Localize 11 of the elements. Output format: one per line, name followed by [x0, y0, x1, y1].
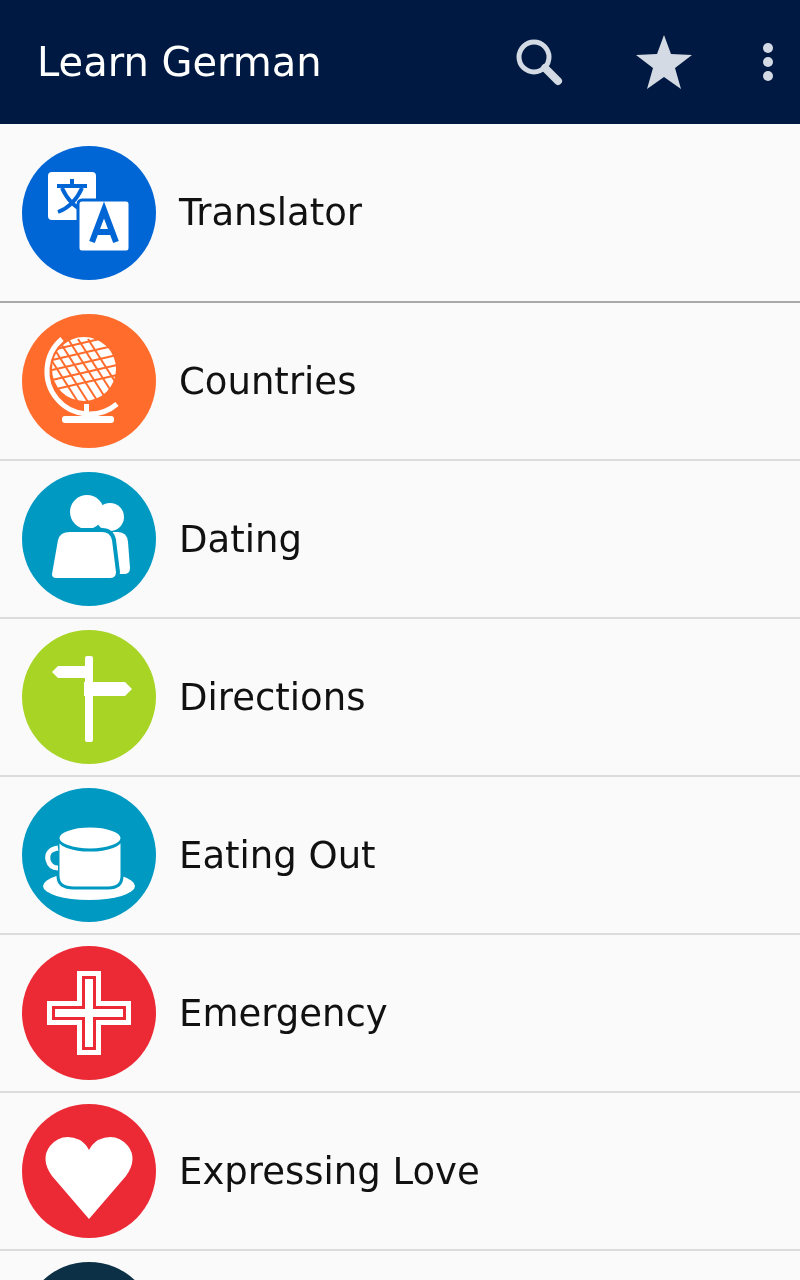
app-title: Learn German [37, 39, 323, 85]
item-label: Expressing Love [179, 1149, 480, 1193]
item-label: Directions [179, 675, 366, 719]
item-label: Dating [179, 517, 302, 561]
item-label: Countries [179, 359, 357, 403]
more-icon [762, 42, 774, 82]
item-label: Translator [179, 191, 363, 234]
star-icon [635, 34, 693, 90]
search-icon [514, 37, 564, 87]
item-label: Emergency [179, 991, 388, 1035]
item-label: Eating Out [179, 833, 376, 877]
